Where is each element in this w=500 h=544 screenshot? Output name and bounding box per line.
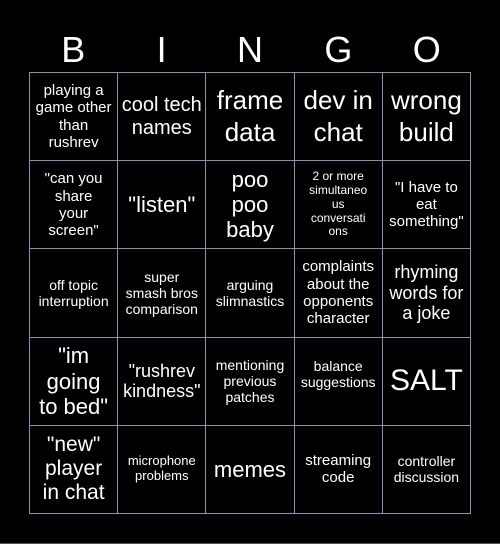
cell-text: complaints about the opponents character	[302, 258, 375, 328]
bingo-cell[interactable]: super smash bros comparison	[118, 249, 207, 338]
bingo-cell[interactable]: mentioning previous patches	[206, 337, 295, 426]
cell-text: playing a game other than rushrev	[35, 82, 112, 151]
cell-text: controller discussion	[393, 453, 460, 486]
bingo-cell[interactable]: "can you share your screen"	[30, 161, 119, 250]
cell-text: poo poo baby	[226, 166, 274, 243]
bingo-cell[interactable]: cool tech names	[118, 73, 207, 162]
header-letter-b: B	[61, 29, 86, 70]
cell-text: mentioning previous patches	[215, 357, 285, 406]
header-letter-o: O	[412, 29, 441, 70]
cell-text: frame data	[216, 85, 284, 147]
header-letter-g: G	[324, 29, 353, 70]
bingo-cell[interactable]: off topic interruption	[30, 249, 119, 338]
bingo-cell[interactable]: 2 or more simultaneous conversations	[294, 161, 383, 250]
bingo-cell[interactable]: "rushrev kindness"	[118, 337, 207, 426]
cell-text: memes	[213, 456, 287, 482]
cell-text: rhyming words for a joke	[389, 261, 464, 324]
cell-text: "can you share your screen"	[44, 170, 103, 240]
bingo-cell[interactable]: memes	[206, 425, 295, 514]
cell-text: wrong build	[390, 85, 462, 147]
cell-text: dev in chat	[303, 85, 373, 147]
bingo-header: B I N G O	[29, 28, 471, 72]
header-letter-n: N	[236, 29, 263, 70]
bingo-cell[interactable]: "I have to eat something"	[382, 161, 471, 250]
header-letter-i: I	[156, 29, 167, 70]
cell-text: super smash bros comparison	[125, 268, 198, 318]
bingo-cell[interactable]: streaming code	[294, 425, 383, 514]
cell-text: "rushrev kindness"	[123, 360, 201, 402]
cell-text: microphone problems	[127, 453, 196, 484]
cell-text: off topic interruption	[38, 276, 109, 309]
cell-text: "new" player in chat	[42, 433, 105, 505]
bingo-cell[interactable]: controller discussion	[382, 425, 471, 514]
cell-text: SALT	[389, 364, 463, 398]
cell-text: 2 or more simultaneous conversations	[309, 169, 368, 239]
bingo-cell[interactable]: frame data	[206, 73, 295, 162]
bingo-cell[interactable]: "new" player in chat	[30, 425, 119, 514]
bingo-cell[interactable]: complaints about the opponents character	[294, 249, 383, 338]
cell-text: "I have to eat something"	[389, 178, 464, 231]
bingo-cell[interactable]: rhyming words for a joke	[382, 249, 471, 338]
bingo-grid: playing a game other than rushrev cool t…	[29, 72, 471, 514]
bingo-cell[interactable]: microphone problems	[118, 425, 207, 514]
cell-text: streaming code	[305, 452, 372, 487]
cell-text: "listen"	[128, 192, 196, 218]
bingo-cell[interactable]: arguing slimnastics	[206, 249, 295, 338]
bingo-cell[interactable]: dev in chat	[294, 73, 383, 162]
bingo-cell[interactable]: "im going to bed"	[30, 337, 119, 426]
cell-text: "im going to bed"	[39, 343, 109, 419]
bingo-cell[interactable]: playing a game other than rushrev	[30, 73, 119, 162]
bingo-cell[interactable]: balance suggestions	[294, 337, 383, 426]
cell-text: arguing slimnastics	[215, 276, 285, 309]
cell-text: balance suggestions	[300, 358, 376, 391]
bingo-cell[interactable]: poo poo baby	[206, 161, 295, 250]
bingo-cell[interactable]: "listen"	[118, 161, 207, 250]
cell-text: cool tech names	[121, 93, 202, 139]
bingo-cell[interactable]: wrong build	[382, 73, 471, 162]
bingo-cell[interactable]: SALT	[382, 337, 471, 426]
